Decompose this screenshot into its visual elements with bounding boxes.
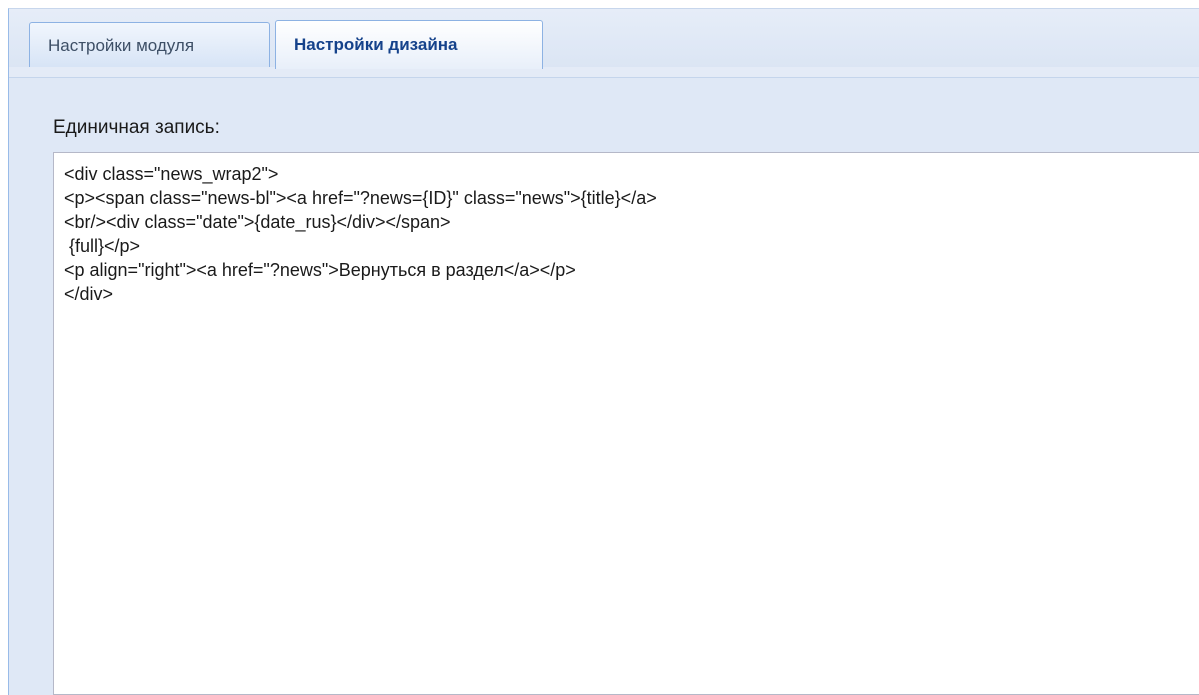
design-settings-window: Настройки модуля Настройки дизайна Едини… — [0, 0, 1199, 695]
tab-design-settings[interactable]: Настройки дизайна — [275, 20, 543, 69]
design-settings-panel: Единичная запись: <div class="news_wrap2… — [8, 67, 1199, 695]
tab-module-settings[interactable]: Настройки модуля — [29, 22, 270, 67]
single-record-label: Единичная запись: — [53, 117, 220, 138]
single-record-template-textarea[interactable]: <div class="news_wrap2"> <p><span class=… — [53, 152, 1199, 695]
panel-header-band — [9, 67, 1199, 78]
